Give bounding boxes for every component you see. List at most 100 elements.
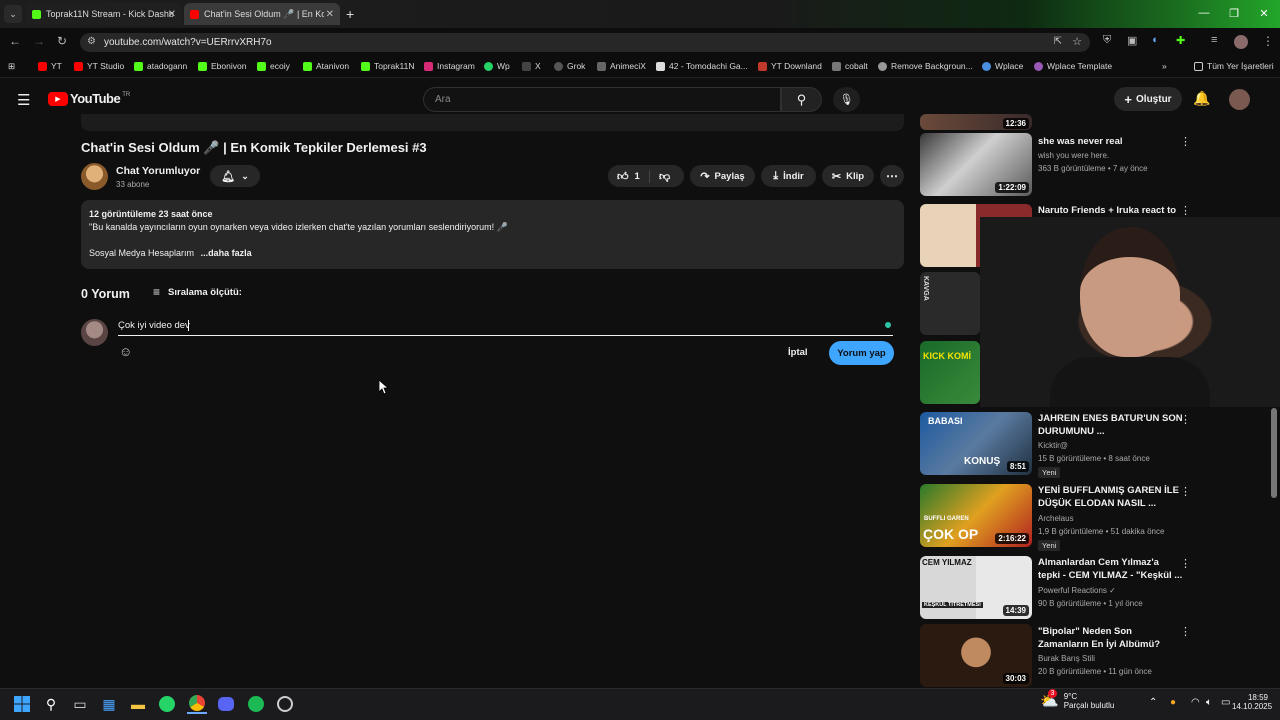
bookmark-wp[interactable]: Wp [484, 61, 510, 71]
profile-avatar[interactable] [1234, 35, 1248, 49]
tab-list-button[interactable]: ⌄ [4, 5, 22, 23]
bookmark-yt-downland[interactable]: YT Downland [758, 61, 822, 71]
hamburger-menu-icon[interactable]: ☰ [17, 91, 30, 109]
video-menu-icon[interactable]: ⋮ [1180, 625, 1191, 638]
clip-button[interactable]: ✂ Klip [822, 165, 874, 187]
start-icon[interactable] [12, 694, 32, 714]
close-tab-icon[interactable]: ✕ [168, 9, 176, 20]
cancel-button[interactable]: İptal [788, 347, 808, 358]
create-button[interactable]: + Oluştur [1114, 87, 1182, 111]
extension-puzzle-icon[interactable]: ✚ [1176, 34, 1185, 47]
search-icon[interactable]: ⚲ [41, 694, 61, 714]
bookmark-tomodachi[interactable]: 42 - Tomodachi Ga... [656, 61, 748, 71]
channel-name[interactable]: Chat Yorumluyor [116, 165, 200, 177]
widgets-icon[interactable]: ▦ [99, 694, 119, 714]
new-tab-button[interactable]: + [346, 6, 354, 22]
video-thumbnail: 1:22:09 [920, 133, 1032, 196]
extension-audio-icon[interactable]: ◖ [1151, 34, 1158, 46]
dislike-button[interactable]: 👎︎ [650, 170, 670, 183]
channel-avatar[interactable] [81, 163, 108, 190]
bookmark-wplace-template[interactable]: Wplace Template [1034, 61, 1112, 71]
video-thumbnail: KAVGA [920, 272, 980, 335]
bookmark-yt-studio[interactable]: YT Studio [74, 61, 124, 71]
close-tab-icon[interactable]: ✕ [326, 9, 334, 20]
all-bookmarks-folder[interactable]: Tüm Yer İşaretleri [1194, 61, 1274, 71]
close-window-button[interactable]: ✕ [1250, 0, 1278, 26]
video-menu-icon[interactable]: ⋮ [1180, 413, 1191, 426]
microphone-tray-icon[interactable]: ● [1170, 697, 1176, 708]
voice-search-button[interactable]: 🎙 [833, 87, 860, 112]
share-button[interactable]: ↷ Paylaş [690, 165, 755, 187]
whatsapp-icon[interactable] [157, 694, 177, 714]
site-info-icon[interactable]: ⚙ [87, 36, 96, 47]
restore-button[interactable]: ❐ [1220, 0, 1248, 26]
recording-app-icon[interactable] [275, 694, 295, 714]
forward-icon[interactable]: → [33, 34, 45, 48]
battery-icon[interactable]: ▭ [1221, 697, 1230, 708]
wifi-icon[interactable]: ◠ [1191, 697, 1200, 708]
chrome-icon[interactable] [187, 694, 207, 714]
search-button[interactable]: ⚲ [781, 87, 822, 112]
emoji-icon[interactable]: ☺ [119, 344, 132, 359]
youtube-logo[interactable]: ▶ YouTube TR [48, 91, 130, 106]
discord-icon[interactable] [216, 694, 236, 714]
video-menu-icon[interactable]: ⋮ [1180, 204, 1191, 217]
bookmark-ecoiy[interactable]: ecoiy [257, 61, 290, 71]
video-menu-icon[interactable]: ⋮ [1180, 557, 1191, 570]
reading-list-icon[interactable]: ≡ [1211, 34, 1217, 46]
account-avatar[interactable] [1229, 89, 1250, 110]
volume-icon[interactable]: 🔈︎ [1206, 697, 1212, 708]
sort-button[interactable]: ≡ Sıralama ölçütü: [153, 285, 242, 299]
comment-input[interactable]: Çok iyi video dev [118, 318, 893, 336]
clock[interactable]: 18:59 14.10.2025 [1232, 693, 1272, 711]
spotify-icon[interactable] [246, 694, 266, 714]
bookmark-star-icon[interactable]: ☆ [1072, 35, 1082, 48]
video-title: Chat'in Sesi Oldum 🎤 | En Komik Tepkiler… [81, 140, 427, 155]
bookmark-cobalt[interactable]: cobalt [832, 61, 868, 71]
video-menu-icon[interactable]: ⋮ [1180, 485, 1191, 498]
page-scrollbar[interactable] [1271, 408, 1277, 498]
description-social: Sosyal Medya Hesaplarım ...daha fazla [89, 248, 252, 258]
tab-youtube-video[interactable]: Chat'in Sesi Oldum 🎤 | En Kom ✕ [184, 3, 340, 25]
like-dislike-group: 👍︎ 1 👎︎ [608, 165, 684, 187]
notification-bell-button[interactable]: 🔔︎ ⌄ [210, 165, 260, 187]
bookmark-wplace[interactable]: Wplace [982, 61, 1023, 71]
apps-icon[interactable]: ⊞ [8, 61, 15, 72]
search-input[interactable]: Ara [423, 87, 781, 112]
weather-widget[interactable]: ⛅ 3 9°C Parçalı bulutlu [1040, 689, 1114, 710]
task-view-icon[interactable]: ▭ [70, 694, 90, 714]
like-button[interactable]: 👍︎ 1 [608, 169, 650, 183]
bookmark-x[interactable]: X [522, 61, 541, 71]
thumbs-up-icon: 👍︎ [617, 170, 629, 183]
bookmark-yt[interactable]: YT [38, 61, 62, 71]
bookmark-animecix[interactable]: AnimeciX [597, 61, 646, 71]
description-box[interactable]: 12 görüntüleme 23 saat önce "Bu kanalda … [81, 200, 904, 269]
notifications-bell-icon[interactable]: 🔔 [1193, 90, 1210, 107]
extension-shield-icon[interactable]: ⛨ [1103, 34, 1111, 47]
video-player[interactable] [81, 114, 904, 131]
reload-icon[interactable]: ↻ [57, 34, 67, 48]
more-actions-button[interactable]: ⋯ [880, 165, 904, 187]
show-more-link[interactable]: ...daha fazla [201, 248, 252, 258]
bookmark-atadogann[interactable]: atadogann [134, 61, 187, 71]
bookmark-toprak11n[interactable]: Toprak11N [361, 61, 414, 71]
thumbs-down-icon: 👎︎ [659, 170, 671, 183]
extension-screenshot-icon[interactable]: ▣ [1127, 34, 1137, 47]
address-bar[interactable]: ⚙ youtube.com/watch?v=UERrrvXRH7o ⇱ ☆ [80, 33, 1090, 52]
bookmark-ebonivon[interactable]: Ebonivon [198, 61, 246, 71]
tab-kick-dashboard[interactable]: Toprak11N Stream - Kick Dashb ✕ [26, 3, 182, 25]
minimize-button[interactable]: — [1190, 0, 1218, 26]
video-menu-icon[interactable]: ⋮ [1180, 135, 1191, 148]
browser-menu-icon[interactable]: ⋮ [1262, 34, 1274, 48]
file-explorer-icon[interactable]: ▬ [128, 694, 148, 714]
bookmark-grok[interactable]: Grok [554, 61, 585, 71]
bookmark-instagram[interactable]: Instagram [424, 61, 475, 71]
tray-overflow-icon[interactable]: ⌃ [1149, 697, 1157, 708]
submit-comment-button[interactable]: Yorum yap [829, 341, 894, 365]
bookmark-remove-background[interactable]: Remove Backgroun... [878, 61, 973, 71]
bookmarks-overflow-icon[interactable]: » [1162, 61, 1167, 71]
back-icon[interactable]: ← [9, 34, 21, 48]
install-app-icon[interactable]: ⇱ [1054, 36, 1062, 47]
bookmark-atanivon[interactable]: Atanivon [303, 61, 349, 71]
download-button[interactable]: ⤓ İndir [761, 165, 816, 187]
